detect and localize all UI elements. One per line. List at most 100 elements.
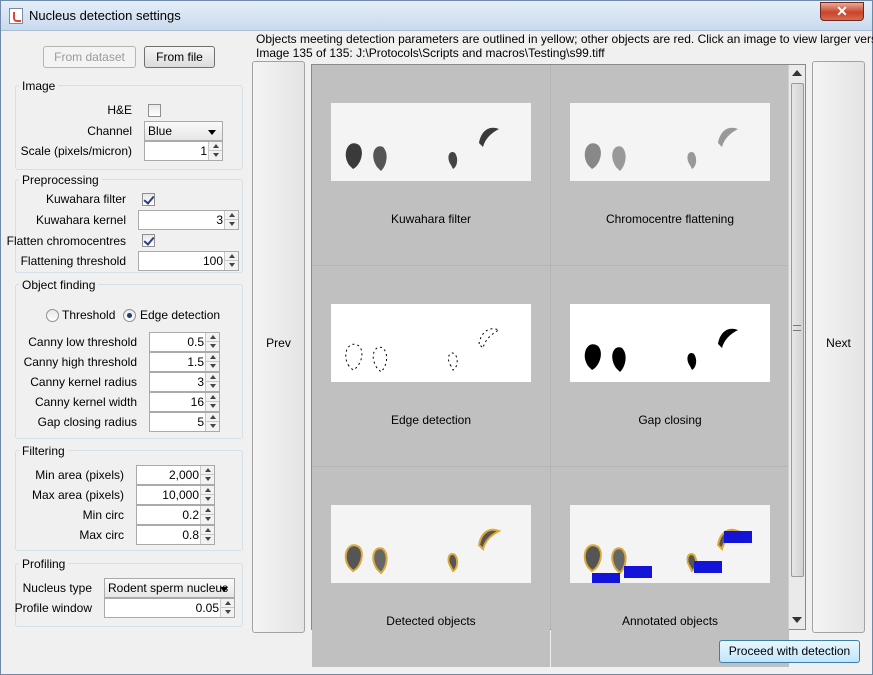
spin-up-icon[interactable] bbox=[205, 413, 219, 422]
close-button[interactable]: ✕ bbox=[820, 2, 864, 21]
settings-window: Nucleus detection settings ✕ From datase… bbox=[0, 0, 873, 675]
kuwahara-panel[interactable]: Kuwahara filter bbox=[312, 65, 550, 265]
preprocessing-group-label: Preprocessing bbox=[19, 173, 102, 187]
threshold-radio-label: Threshold bbox=[62, 308, 116, 322]
min-circ-label: Min circ bbox=[82, 508, 124, 522]
detected-objects-caption: Detected objects bbox=[386, 614, 476, 628]
profile-window-value: 0.05 bbox=[195, 601, 219, 615]
image-grid: Kuwahara filter Chromocentre flattening bbox=[311, 64, 806, 667]
spin-down-icon[interactable] bbox=[205, 402, 219, 411]
edge-detection-caption: Edge detection bbox=[390, 413, 472, 427]
grip-icon bbox=[793, 325, 801, 331]
edge-detection-radio[interactable] bbox=[123, 309, 136, 322]
kuwahara-kernel-spinner[interactable]: 3 bbox=[138, 210, 239, 230]
profile-window-spinner[interactable]: 0.05 bbox=[104, 598, 235, 618]
canny-width-spinner[interactable]: 16 bbox=[149, 392, 220, 412]
spin-down-icon[interactable] bbox=[224, 220, 238, 229]
channel-label: Channel bbox=[87, 124, 132, 138]
kuwahara-image[interactable] bbox=[331, 103, 531, 181]
grid-scrollbar[interactable] bbox=[788, 65, 805, 629]
kuwahara-filter-checkbox[interactable] bbox=[142, 193, 155, 206]
spin-up-icon[interactable] bbox=[200, 526, 214, 535]
canny-high-value: 1.5 bbox=[187, 355, 204, 369]
spin-up-icon[interactable] bbox=[205, 393, 219, 402]
detected-nuclei bbox=[344, 528, 502, 575]
proceed-button[interactable]: Proceed with detection bbox=[719, 640, 860, 663]
from-dataset-button[interactable]: From dataset bbox=[43, 46, 136, 68]
flatten-label: Flatten chromocentres bbox=[6, 234, 126, 248]
detected-objects-image[interactable] bbox=[331, 505, 531, 583]
canny-high-spinner[interactable]: 1.5 bbox=[149, 352, 220, 372]
window-title: Nucleus detection settings bbox=[29, 8, 181, 23]
edge-detection-panel[interactable]: Edge detection bbox=[312, 266, 550, 466]
image-path-text: Image 135 of 135: J:\Protocols\Scripts a… bbox=[256, 46, 605, 60]
gap-closing-label: Gap closing radius bbox=[37, 415, 137, 429]
spin-down-icon[interactable] bbox=[200, 495, 214, 504]
spin-up-icon[interactable] bbox=[200, 506, 214, 515]
object-finding-group-label: Object finding bbox=[19, 278, 99, 292]
scale-spinner[interactable]: 1 bbox=[144, 141, 223, 161]
edge-outlines bbox=[345, 328, 501, 373]
nucleus-type-select[interactable]: Rodent sperm nucleus bbox=[104, 578, 235, 598]
he-label: H&E bbox=[107, 103, 132, 117]
spin-down-icon[interactable] bbox=[200, 515, 214, 524]
spin-down-icon[interactable] bbox=[200, 475, 214, 484]
flattening-caption: Chromocentre flattening bbox=[605, 212, 735, 226]
spin-up-icon[interactable] bbox=[200, 466, 214, 475]
spin-down-icon[interactable] bbox=[224, 261, 238, 270]
spin-up-icon[interactable] bbox=[220, 599, 234, 608]
image-group-label: Image bbox=[19, 79, 59, 93]
max-circ-label: Max circ bbox=[79, 528, 124, 542]
spin-down-icon[interactable] bbox=[208, 151, 222, 160]
spin-down-icon[interactable] bbox=[205, 342, 219, 351]
channel-select[interactable]: Blue bbox=[144, 121, 223, 141]
spin-up-icon[interactable] bbox=[200, 486, 214, 495]
gap-closing-panel[interactable]: Gap closing bbox=[551, 266, 789, 466]
profiling-group-label: Profiling bbox=[19, 557, 69, 571]
scroll-down-icon[interactable] bbox=[792, 617, 802, 623]
flattening-image[interactable] bbox=[570, 103, 770, 181]
spin-down-icon[interactable] bbox=[220, 608, 234, 617]
spin-down-icon[interactable] bbox=[205, 362, 219, 371]
flattening-threshold-value: 100 bbox=[202, 254, 223, 268]
gap-closing-image[interactable] bbox=[570, 304, 770, 382]
canny-low-spinner[interactable]: 0.5 bbox=[149, 332, 220, 352]
next-button[interactable]: Next bbox=[812, 61, 865, 633]
canny-radius-spinner[interactable]: 3 bbox=[149, 372, 220, 392]
scroll-up-icon[interactable] bbox=[792, 70, 802, 76]
spin-down-icon[interactable] bbox=[205, 422, 219, 431]
spin-down-icon[interactable] bbox=[200, 535, 214, 544]
flatten-checkbox[interactable] bbox=[142, 234, 155, 247]
spin-up-icon[interactable] bbox=[224, 252, 238, 261]
from-file-button[interactable]: From file bbox=[144, 46, 215, 68]
annotated-objects-panel[interactable]: Annotated objects bbox=[551, 467, 789, 667]
nucleus-type-label: Nucleus type bbox=[22, 581, 92, 595]
min-circ-spinner[interactable]: 0.2 bbox=[136, 505, 215, 525]
gap-closing-caption: Gap closing bbox=[638, 413, 702, 427]
max-area-value: 10,000 bbox=[162, 488, 199, 502]
he-checkbox[interactable] bbox=[148, 104, 161, 117]
flattening-panel[interactable]: Chromocentre flattening bbox=[551, 65, 789, 265]
spin-up-icon[interactable] bbox=[208, 142, 222, 151]
spin-up-icon[interactable] bbox=[205, 373, 219, 382]
canny-high-label: Canny high threshold bbox=[23, 355, 137, 369]
threshold-radio[interactable] bbox=[46, 309, 59, 322]
prev-button[interactable]: Prev bbox=[252, 61, 305, 633]
annotated-nuclei bbox=[583, 528, 752, 585]
spin-down-icon[interactable] bbox=[205, 382, 219, 391]
spin-up-icon[interactable] bbox=[224, 211, 238, 220]
flattening-threshold-spinner[interactable]: 100 bbox=[138, 251, 239, 271]
detected-objects-panel[interactable]: Detected objects bbox=[312, 467, 550, 667]
canny-radius-label: Canny kernel radius bbox=[30, 375, 137, 389]
spin-up-icon[interactable] bbox=[205, 333, 219, 342]
min-area-spinner[interactable]: 2,000 bbox=[136, 465, 215, 485]
spin-up-icon[interactable] bbox=[205, 353, 219, 362]
min-circ-value: 0.2 bbox=[182, 508, 199, 522]
max-circ-spinner[interactable]: 0.8 bbox=[136, 525, 215, 545]
annotated-objects-image[interactable] bbox=[570, 505, 770, 585]
kuwahara-filter-label: Kuwahara filter bbox=[45, 192, 126, 206]
nucleus-type-value: Rodent sperm nucleus bbox=[108, 581, 229, 595]
edge-detection-image[interactable] bbox=[331, 304, 531, 382]
gap-closing-spinner[interactable]: 5 bbox=[149, 412, 220, 432]
max-area-spinner[interactable]: 10,000 bbox=[136, 485, 215, 505]
